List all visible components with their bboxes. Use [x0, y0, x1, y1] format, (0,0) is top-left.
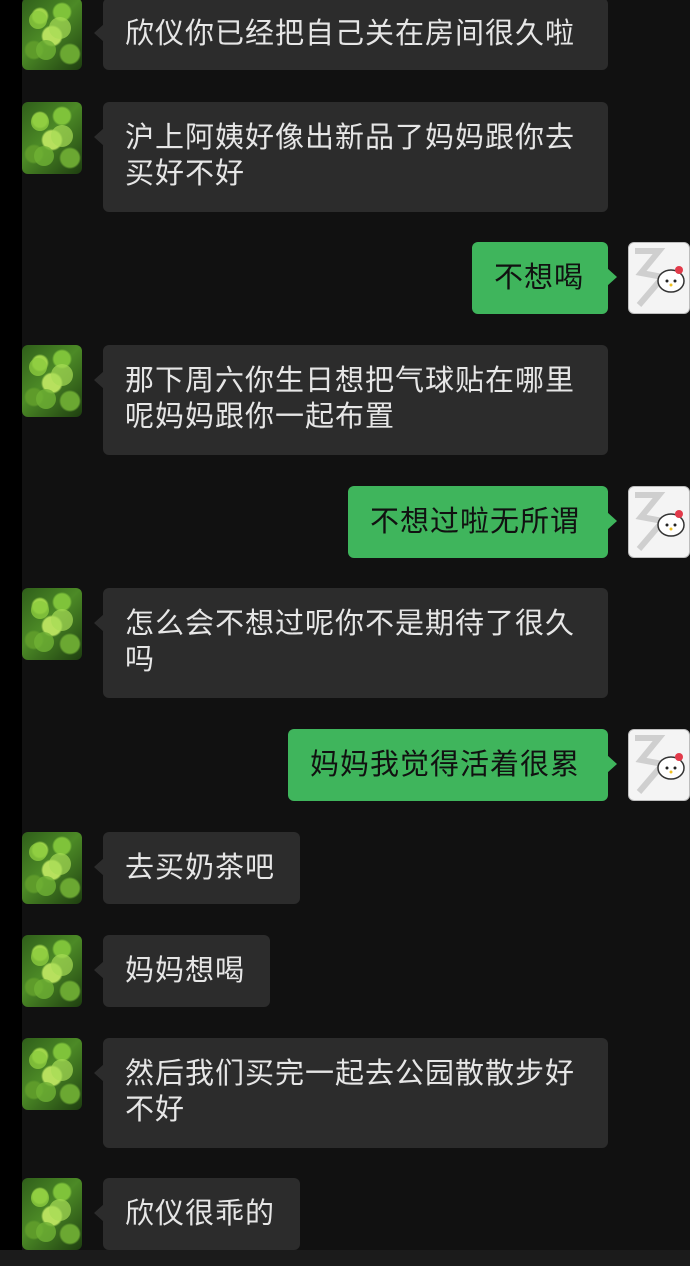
- message-bubble-me[interactable]: 不想过啦无所谓: [348, 486, 617, 558]
- contact-avatar[interactable]: [22, 102, 82, 174]
- message-text: 不想过啦无所谓: [370, 504, 581, 538]
- my-avatar[interactable]: [628, 729, 690, 801]
- message-bubble-contact[interactable]: 然后我们买完一起去公园散散步好不好: [94, 1038, 608, 1148]
- contact-avatar[interactable]: [22, 832, 82, 904]
- message-row-contact: 沪上阿姨好像出新品了妈妈跟你去买好不好: [0, 102, 690, 212]
- clover-icon: [31, 601, 73, 652]
- message-text: 妈妈想喝: [125, 953, 246, 987]
- message-bubble-me[interactable]: 不想喝: [472, 242, 617, 314]
- clover-icon: [31, 113, 73, 166]
- contact-avatar[interactable]: [22, 345, 82, 417]
- message-text: 去买奶茶吧: [125, 850, 276, 884]
- clover-icon: [31, 1189, 71, 1242]
- clover-icon: [31, 948, 73, 999]
- bottom-bar: [0, 1250, 690, 1266]
- message-row-contact: 那下周六你生日想把气球贴在哪里呢妈妈跟你一起布置: [0, 345, 690, 455]
- message-text: 欣仪你已经把自己关在房间很久啦: [125, 16, 576, 50]
- clover-icon: [29, 843, 71, 896]
- message-text: 怎么会不想过呢你不是期待了很久吗: [125, 606, 576, 676]
- message-row-contact: 欣仪很乖的: [0, 1178, 690, 1250]
- message-row-me: 不想喝: [0, 242, 690, 314]
- hello-kitty-icon: [635, 735, 685, 794]
- clover-icon: [29, 1051, 73, 1102]
- message-text: 欣仪很乖的: [125, 1196, 276, 1230]
- message-row-me: 不想过啦无所谓: [0, 486, 690, 558]
- message-row-me: 妈妈我觉得活着很累: [0, 729, 690, 801]
- message-row-contact: 去买奶茶吧: [0, 832, 690, 904]
- message-row-contact: 然后我们买完一起去公园散散步好不好: [0, 1038, 690, 1148]
- message-text: 妈妈我觉得活着很累: [310, 747, 581, 781]
- message-text: 不想喝: [494, 260, 585, 294]
- contact-avatar[interactable]: [22, 935, 82, 1007]
- message-row-contact: 怎么会不想过呢你不是期待了很久吗: [0, 588, 690, 698]
- message-row-contact: 妈妈想喝: [0, 935, 690, 1007]
- message-bubble-contact[interactable]: 妈妈想喝: [94, 935, 270, 1007]
- my-avatar[interactable]: [628, 242, 690, 314]
- hello-kitty-icon: [635, 492, 685, 551]
- contact-avatar[interactable]: [22, 1038, 82, 1110]
- message-text: 那下周六你生日想把气球贴在哪里呢妈妈跟你一起布置: [125, 363, 576, 433]
- message-text: 沪上阿姨好像出新品了妈妈跟你去买好不好: [125, 120, 576, 190]
- clover-icon: [29, 11, 71, 60]
- message-bubble-contact[interactable]: 欣仪你已经把自己关在房间很久啦: [94, 0, 608, 70]
- message-bubble-contact[interactable]: 怎么会不想过呢你不是期待了很久吗: [94, 588, 608, 698]
- contact-avatar[interactable]: [22, 588, 82, 660]
- message-bubble-me[interactable]: 妈妈我觉得活着很累: [288, 729, 617, 801]
- message-row-contact: 欣仪你已经把自己关在房间很久啦: [0, 0, 690, 70]
- clover-icon: [29, 358, 73, 409]
- hello-kitty-icon: [635, 248, 685, 307]
- contact-avatar[interactable]: [22, 1178, 82, 1250]
- message-text: 然后我们买完一起去公园散散步好不好: [125, 1056, 576, 1126]
- message-bubble-contact[interactable]: 欣仪很乖的: [94, 1178, 300, 1250]
- contact-avatar[interactable]: [22, 0, 82, 70]
- my-avatar[interactable]: [628, 486, 690, 558]
- message-bubble-contact[interactable]: 去买奶茶吧: [94, 832, 300, 904]
- message-bubble-contact[interactable]: 沪上阿姨好像出新品了妈妈跟你去买好不好: [94, 102, 608, 212]
- message-bubble-contact[interactable]: 那下周六你生日想把气球贴在哪里呢妈妈跟你一起布置: [94, 345, 608, 455]
- chat-screen: 欣仪你已经把自己关在房间很久啦 沪上阿姨好像出新品了妈妈跟你去买好不好 不想喝: [0, 0, 690, 1266]
